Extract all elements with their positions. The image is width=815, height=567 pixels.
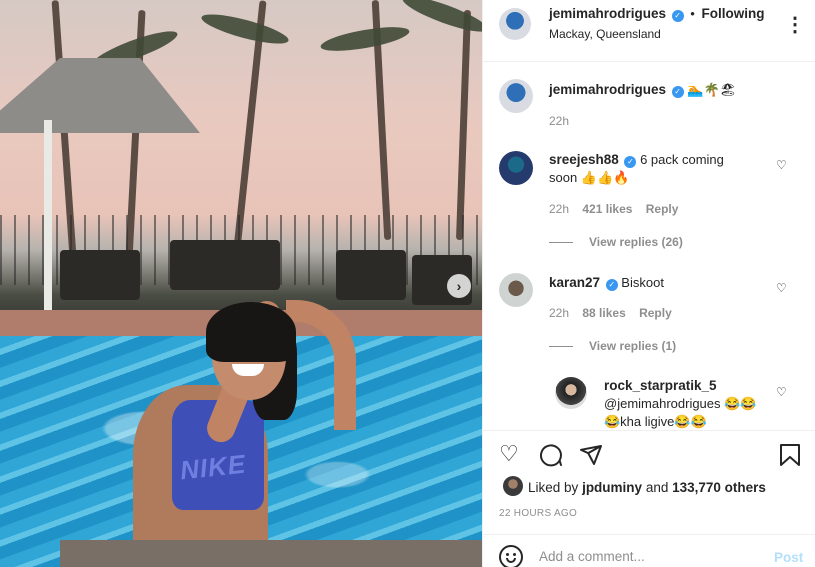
next-photo-button[interactable]: › xyxy=(447,274,471,298)
umbrella xyxy=(0,58,200,133)
liked-by-prefix: Liked by xyxy=(528,480,579,495)
verified-badge-icon: ✓ xyxy=(605,279,618,291)
comment-text: Biskoot xyxy=(621,275,664,290)
likes-count[interactable]: 133,770 others xyxy=(672,480,766,495)
liked-by-text: Liked by jpduminy and 133,770 others xyxy=(528,480,766,495)
comment-likes[interactable]: 88 likes xyxy=(582,306,625,320)
commenter-username[interactable]: karan27 xyxy=(549,275,600,290)
view-replies-button[interactable]: View replies (26) xyxy=(549,235,683,249)
lounge-chair xyxy=(60,250,140,300)
commenter-avatar[interactable] xyxy=(499,151,533,185)
chevron-right-icon: › xyxy=(456,278,462,294)
view-replies-button[interactable]: View replies (1) xyxy=(549,339,676,353)
bookmark-icon[interactable] xyxy=(779,443,801,471)
reply-avatar[interactable] xyxy=(555,377,587,409)
comment-age[interactable]: 22h xyxy=(549,202,569,216)
verified-badge-icon: ✓ xyxy=(671,86,684,98)
caption-avatar[interactable] xyxy=(499,79,533,113)
verified-badge-icon: ✓ xyxy=(624,156,637,168)
liked-by-user[interactable]: jpduminy xyxy=(582,480,642,495)
commenter-username[interactable]: sreejesh88 xyxy=(549,152,619,167)
commenter-avatar[interactable] xyxy=(499,273,533,307)
umbrella-pole xyxy=(44,120,52,320)
comment-meta: 22h 88 likes Reply xyxy=(549,306,682,320)
post-timestamp[interactable]: 22 HOURS AGO xyxy=(499,508,577,519)
caption-username[interactable]: jemimahrodrigues xyxy=(549,82,666,97)
palm-trunk xyxy=(455,9,472,241)
comments-list[interactable]: jemimahrodrigues ✓ 🏊🌴🏖 22h sreejesh88 ✓ … xyxy=(483,63,815,430)
author-username[interactable]: jemimahrodrigues xyxy=(549,6,666,21)
post-photo[interactable]: NIKE › xyxy=(0,0,482,567)
lounge-chair xyxy=(336,250,406,300)
comment-meta: 22h 421 likes Reply xyxy=(549,202,688,216)
heart-icon[interactable]: ♡ xyxy=(776,158,787,172)
reply-text: @jemimahrodrigues 😂😂😂kha ligive😂😂 xyxy=(604,396,757,429)
palm-frond xyxy=(319,22,411,56)
post-actions: ♡ Liked by jpduminy and 133,770 others 2… xyxy=(483,430,815,567)
reply-button[interactable]: Reply xyxy=(639,306,672,320)
comment-icon[interactable] xyxy=(539,443,563,471)
palm-frond xyxy=(199,8,291,50)
caption-age[interactable]: 22h xyxy=(549,114,569,128)
emoji-icon[interactable] xyxy=(499,545,523,567)
comment-age[interactable]: 22h xyxy=(549,306,569,320)
following-button[interactable]: Following xyxy=(701,6,764,21)
reply-username[interactable]: rock_starpratik_5 xyxy=(604,378,717,393)
more-options-icon[interactable]: ⋮ xyxy=(785,12,805,37)
author-line: jemimahrodrigues ✓ • Following xyxy=(549,6,764,22)
post-header: jemimahrodrigues ✓ • Following Mackay, Q… xyxy=(483,0,815,62)
comment-bar: Post xyxy=(483,534,815,567)
verified-badge-icon: ✓ xyxy=(671,10,684,22)
post-comment-button[interactable]: Post xyxy=(774,550,803,565)
share-icon[interactable] xyxy=(579,443,603,471)
heart-icon[interactable]: ♡ xyxy=(776,281,787,295)
comment: karan27 ✓ Biskoot xyxy=(549,274,664,292)
liker-avatar[interactable] xyxy=(503,476,523,496)
heart-icon[interactable]: ♡ xyxy=(499,443,519,465)
caption-meta: 22h xyxy=(549,114,579,128)
caption: jemimahrodrigues ✓ 🏊🌴🏖 xyxy=(549,81,736,99)
comment-likes[interactable]: 421 likes xyxy=(582,202,632,216)
person-hair-top xyxy=(206,302,296,362)
separator-dot: • xyxy=(690,6,695,21)
lounge-chair xyxy=(170,240,280,290)
caption-text: 🏊🌴🏖 xyxy=(687,82,737,97)
liked-by-suffix: and xyxy=(645,480,669,495)
pool-ledge xyxy=(60,540,482,567)
post-side-panel: jemimahrodrigues ✓ • Following Mackay, Q… xyxy=(482,0,815,567)
heart-icon[interactable]: ♡ xyxy=(776,385,787,399)
comment-input[interactable] xyxy=(539,549,759,564)
reply-button[interactable]: Reply xyxy=(646,202,679,216)
post-location[interactable]: Mackay, Queensland xyxy=(549,27,661,41)
author-avatar[interactable] xyxy=(499,8,531,40)
reply-comment: rock_starpratik_5 @jemimahrodrigues 😂😂😂k… xyxy=(604,377,764,430)
comment: sreejesh88 ✓ 6 pack coming soon 👍👍🔥 xyxy=(549,151,749,187)
